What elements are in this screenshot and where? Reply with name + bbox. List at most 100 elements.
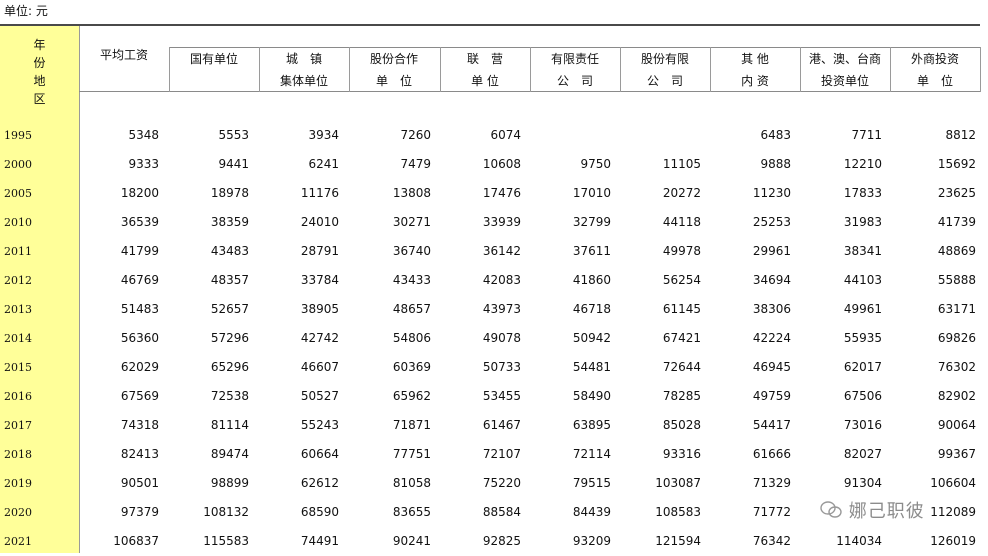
table-cell: 17833 <box>843 186 882 200</box>
table-cell: 38905 <box>300 302 339 316</box>
table-cell: 74318 <box>120 418 159 432</box>
table-cell: 33939 <box>482 215 521 229</box>
table-cell: 60369 <box>392 360 431 374</box>
table-cell: 31983 <box>843 215 882 229</box>
table-row: 2011 41799 43483 28791 36740 36142 37611 49978 2… <box>0 237 980 266</box>
table-cell: 44103 <box>843 273 882 287</box>
row-year: 2019 <box>4 477 32 490</box>
table-cell: 114034 <box>836 534 882 548</box>
table-cell: 57296 <box>210 331 249 345</box>
table-cell: 106604 <box>930 476 976 490</box>
column-header-7-line1: 其 他 <box>741 52 769 66</box>
table-cell: 15692 <box>937 157 976 171</box>
row-year: 2014 <box>4 332 32 345</box>
table-cell: 121594 <box>655 534 701 548</box>
table-row: 2005 18200 18978 11176 13808 17476 17010 20272 1… <box>0 179 980 208</box>
table-cell: 71871 <box>392 418 431 432</box>
wechat-icon <box>820 501 842 519</box>
table-cell: 41739 <box>937 215 976 229</box>
table-cell: 50527 <box>300 389 339 403</box>
table-cell: 97379 <box>120 505 159 519</box>
table-row: 1995 5348 5553 3934 7260 6074 6483 7711 8812 <box>0 121 980 150</box>
table-cell: 91304 <box>843 476 882 490</box>
table-top-border <box>0 24 980 26</box>
table-cell: 89474 <box>210 447 249 461</box>
table-cell: 72538 <box>210 389 249 403</box>
table-cell: 44118 <box>662 215 701 229</box>
table-cell: 72114 <box>572 447 611 461</box>
table-cell: 61666 <box>752 447 791 461</box>
table-cell: 98899 <box>210 476 249 490</box>
table-cell: 53455 <box>482 389 521 403</box>
table-cell: 84439 <box>572 505 611 519</box>
row-year: 1995 <box>4 129 32 142</box>
table-cell: 72107 <box>482 447 521 461</box>
table-cell: 67421 <box>662 331 701 345</box>
table-cell: 46718 <box>572 302 611 316</box>
column-divider <box>620 47 621 92</box>
table-cell: 103087 <box>655 476 701 490</box>
table-cell: 17010 <box>572 186 611 200</box>
table-cell: 62612 <box>300 476 339 490</box>
table-cell: 38341 <box>843 244 882 258</box>
table-row: 2018 82413 89474 60664 77751 72107 72114 93316 6… <box>0 440 980 469</box>
column-header-1-line1: 国有单位 <box>189 52 238 66</box>
table-cell: 42083 <box>482 273 521 287</box>
table-cell: 56360 <box>120 331 159 345</box>
column-header-2-line1: 城 镇 <box>285 52 322 66</box>
table-cell: 82413 <box>120 447 159 461</box>
row-year: 2015 <box>4 361 32 374</box>
table-cell: 49978 <box>662 244 701 258</box>
table-row: 2000 9333 9441 6241 7479 10608 9750 11105 9888 12… <box>0 150 980 179</box>
table-cell: 76302 <box>937 360 976 374</box>
table-row: 2010 36539 38359 24010 30271 33939 32799 44118 2… <box>0 208 980 237</box>
column-header-9-line2: 单 位 <box>916 74 953 88</box>
table-row: 2016 67569 72538 50527 65962 53455 58490 78285 4… <box>0 382 980 411</box>
table-cell: 74491 <box>300 534 339 548</box>
table-cell: 50942 <box>572 331 611 345</box>
table-cell: 55888 <box>937 273 976 287</box>
table-cell: 62017 <box>843 360 882 374</box>
column-header-7-line2: 内 资 <box>741 74 769 88</box>
column-header-3-line2: 单 位 <box>375 74 412 88</box>
row-year: 2021 <box>4 535 32 548</box>
table-cell: 46769 <box>120 273 159 287</box>
table-cell: 51483 <box>120 302 159 316</box>
table-cell: 24010 <box>300 215 339 229</box>
table-cell: 106837 <box>113 534 159 548</box>
row-year: 2010 <box>4 216 32 229</box>
column-divider <box>259 47 260 92</box>
table-cell: 50733 <box>482 360 521 374</box>
table-cell: 30271 <box>392 215 431 229</box>
region-header-line2: 地 区 <box>33 74 62 106</box>
table-cell: 126019 <box>930 534 976 548</box>
table-cell: 54417 <box>752 418 791 432</box>
table-cell: 67506 <box>843 389 882 403</box>
table-cell: 85028 <box>662 418 701 432</box>
row-year: 2013 <box>4 303 32 316</box>
column-header-2-line2: 集体单位 <box>279 74 328 88</box>
table-cell: 7479 <box>400 157 431 171</box>
table-cell: 38359 <box>210 215 249 229</box>
column-divider <box>169 47 170 92</box>
column-header-6-line1: 股份有限 <box>640 52 689 66</box>
table-cell: 77751 <box>392 447 431 461</box>
table-cell: 6483 <box>760 128 791 142</box>
row-year: 2017 <box>4 419 32 432</box>
table-cell: 72644 <box>662 360 701 374</box>
unit-label: 单位: 元 <box>4 4 48 18</box>
row-year: 2005 <box>4 187 32 200</box>
wage-table: 年 份 地 区 平均工资 国有单位 城 镇集体单位 股份合作单 位 联 营单 位 有限责… <box>0 24 981 553</box>
table-cell: 83655 <box>392 505 431 519</box>
table-cell: 36740 <box>392 244 431 258</box>
table-cell: 75220 <box>482 476 521 490</box>
column-divider <box>349 47 350 92</box>
table-cell: 48869 <box>937 244 976 258</box>
table-cell: 7711 <box>851 128 882 142</box>
table-row: 2013 51483 52657 38905 48657 43973 46718 61145 3… <box>0 295 980 324</box>
column-divider <box>530 47 531 92</box>
table-cell: 8812 <box>945 128 976 142</box>
column-header-4-line1: 联 营 <box>466 52 503 66</box>
table-cell: 33784 <box>300 273 339 287</box>
table-cell: 81058 <box>392 476 431 490</box>
